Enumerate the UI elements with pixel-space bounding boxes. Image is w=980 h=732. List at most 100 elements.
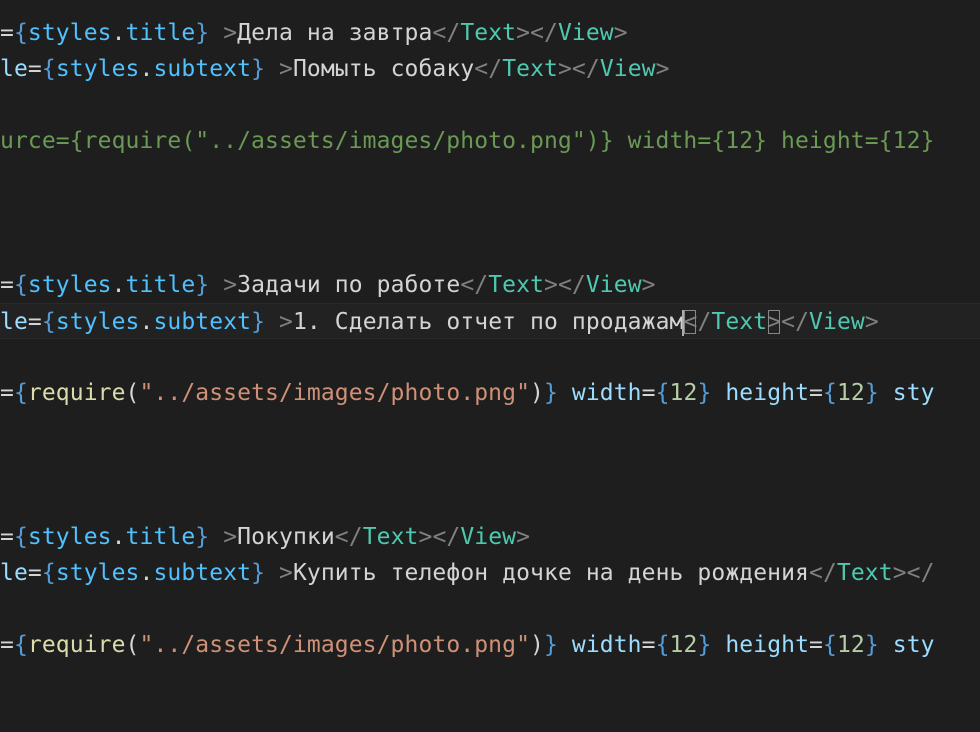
code-line[interactable] bbox=[0, 663, 980, 699]
code-line[interactable]: le={styles.subtext} >Купить телефон дочк… bbox=[0, 555, 980, 591]
code-token: </ bbox=[432, 20, 461, 46]
code-token: . bbox=[139, 560, 154, 586]
code-token: { bbox=[41, 56, 56, 82]
code-token: View bbox=[585, 272, 642, 298]
code-line[interactable] bbox=[0, 87, 980, 123]
code-line[interactable]: ={styles.title} >Дела на завтра</Text></… bbox=[0, 15, 980, 51]
code-editor[interactable]: ={styles.title} >Дела на завтра</Text></… bbox=[0, 0, 980, 732]
code-token: / bbox=[697, 309, 712, 335]
code-line[interactable]: ={require("../assets/images/photo.png")}… bbox=[0, 627, 980, 663]
code-line[interactable] bbox=[0, 411, 980, 447]
code-token: ></ bbox=[892, 560, 935, 586]
code-token: = bbox=[0, 380, 14, 406]
code-token: Дела на завтра bbox=[237, 20, 433, 46]
code-token: </ bbox=[460, 272, 489, 298]
code-token: = bbox=[27, 56, 42, 82]
code-token: } bbox=[543, 380, 558, 406]
code-line[interactable] bbox=[0, 591, 980, 627]
code-token: le bbox=[0, 309, 28, 335]
code-token: { bbox=[823, 632, 837, 658]
code-token: </ bbox=[809, 560, 837, 586]
code-token: require bbox=[27, 632, 126, 658]
code-token: </ bbox=[781, 309, 810, 335]
code-token: Text bbox=[502, 56, 558, 82]
code-token: sty bbox=[892, 632, 935, 658]
code-token: styles bbox=[55, 560, 140, 586]
code-token: width bbox=[571, 380, 642, 406]
code-token: > bbox=[767, 309, 782, 335]
code-token: title bbox=[125, 20, 196, 46]
code-token: } bbox=[864, 380, 879, 406]
code-token: 12 bbox=[836, 380, 865, 406]
code-token: > bbox=[655, 56, 670, 82]
code-token: > bbox=[279, 56, 293, 82]
code-line[interactable]: le={styles.subtext} >Помыть собаку</Text… bbox=[0, 51, 980, 87]
code-token: = bbox=[0, 524, 14, 550]
code-token: { bbox=[13, 524, 28, 550]
code-token: = bbox=[0, 20, 14, 46]
code-token: </ bbox=[474, 56, 503, 82]
code-token: { bbox=[41, 560, 56, 586]
code-token: { bbox=[655, 632, 670, 658]
code-token: subtext bbox=[153, 56, 252, 82]
code-line[interactable]: urce={require("../assets/images/photo.pn… bbox=[0, 123, 980, 159]
code-token: ></ bbox=[418, 524, 461, 550]
code-line[interactable] bbox=[0, 339, 980, 375]
code-token: } bbox=[251, 56, 266, 82]
code-token: . bbox=[111, 524, 126, 550]
code-token: > bbox=[613, 20, 628, 46]
code-line[interactable] bbox=[0, 195, 980, 231]
code-token: . bbox=[111, 20, 126, 46]
code-token: . bbox=[139, 56, 154, 82]
code-token: subtext bbox=[153, 560, 252, 586]
code-token: View bbox=[599, 56, 656, 82]
code-token: = bbox=[27, 309, 42, 335]
code-token: = bbox=[641, 632, 656, 658]
code-token: "../assets/images/photo.png" bbox=[139, 380, 531, 406]
code-token: 12 bbox=[669, 380, 698, 406]
code-token: } bbox=[543, 632, 558, 658]
code-line[interactable] bbox=[0, 159, 980, 195]
code-line[interactable]: ={require("../assets/images/photo.png")}… bbox=[0, 375, 980, 411]
code-token: le bbox=[0, 56, 28, 82]
code-token: Покупки bbox=[237, 524, 335, 550]
code-token: Задачи по работе bbox=[237, 272, 461, 298]
code-line-current[interactable]: le={styles.subtext} >1. Сделать отчет по… bbox=[0, 303, 980, 339]
code-token: le bbox=[0, 560, 28, 586]
code-token: ( bbox=[125, 632, 140, 658]
code-line[interactable]: ={styles.title} >Задачи по работе</Text>… bbox=[0, 267, 980, 303]
code-token: = bbox=[0, 632, 14, 658]
code-token: View bbox=[460, 524, 517, 550]
code-token: Помыть собаку bbox=[292, 56, 475, 82]
code-line[interactable] bbox=[0, 231, 980, 267]
code-token: ></ bbox=[544, 272, 586, 298]
code-token: . bbox=[139, 309, 154, 335]
code-line[interactable]: ={styles.title} >Покупки</Text></View> bbox=[0, 519, 980, 555]
code-token: Text bbox=[362, 524, 419, 550]
code-token: Text bbox=[711, 309, 768, 335]
code-token: > bbox=[864, 309, 879, 335]
code-token: height bbox=[725, 380, 810, 406]
code-token: } bbox=[864, 632, 879, 658]
code-token: require bbox=[27, 380, 126, 406]
code-line[interactable] bbox=[0, 699, 980, 732]
code-token: ></ bbox=[516, 20, 558, 46]
code-line[interactable] bbox=[0, 483, 980, 519]
code-line[interactable] bbox=[0, 447, 980, 483]
code-token: width bbox=[571, 632, 642, 658]
code-token: styles bbox=[27, 20, 112, 46]
code-token: } bbox=[697, 632, 712, 658]
code-token: </ bbox=[334, 524, 363, 550]
code-token: urce={require("../assets/images/photo.pn… bbox=[0, 128, 935, 154]
code-token: { bbox=[823, 380, 837, 406]
code-token: Text bbox=[488, 272, 545, 298]
code-token: = bbox=[809, 632, 823, 658]
code-token: = bbox=[809, 380, 823, 406]
